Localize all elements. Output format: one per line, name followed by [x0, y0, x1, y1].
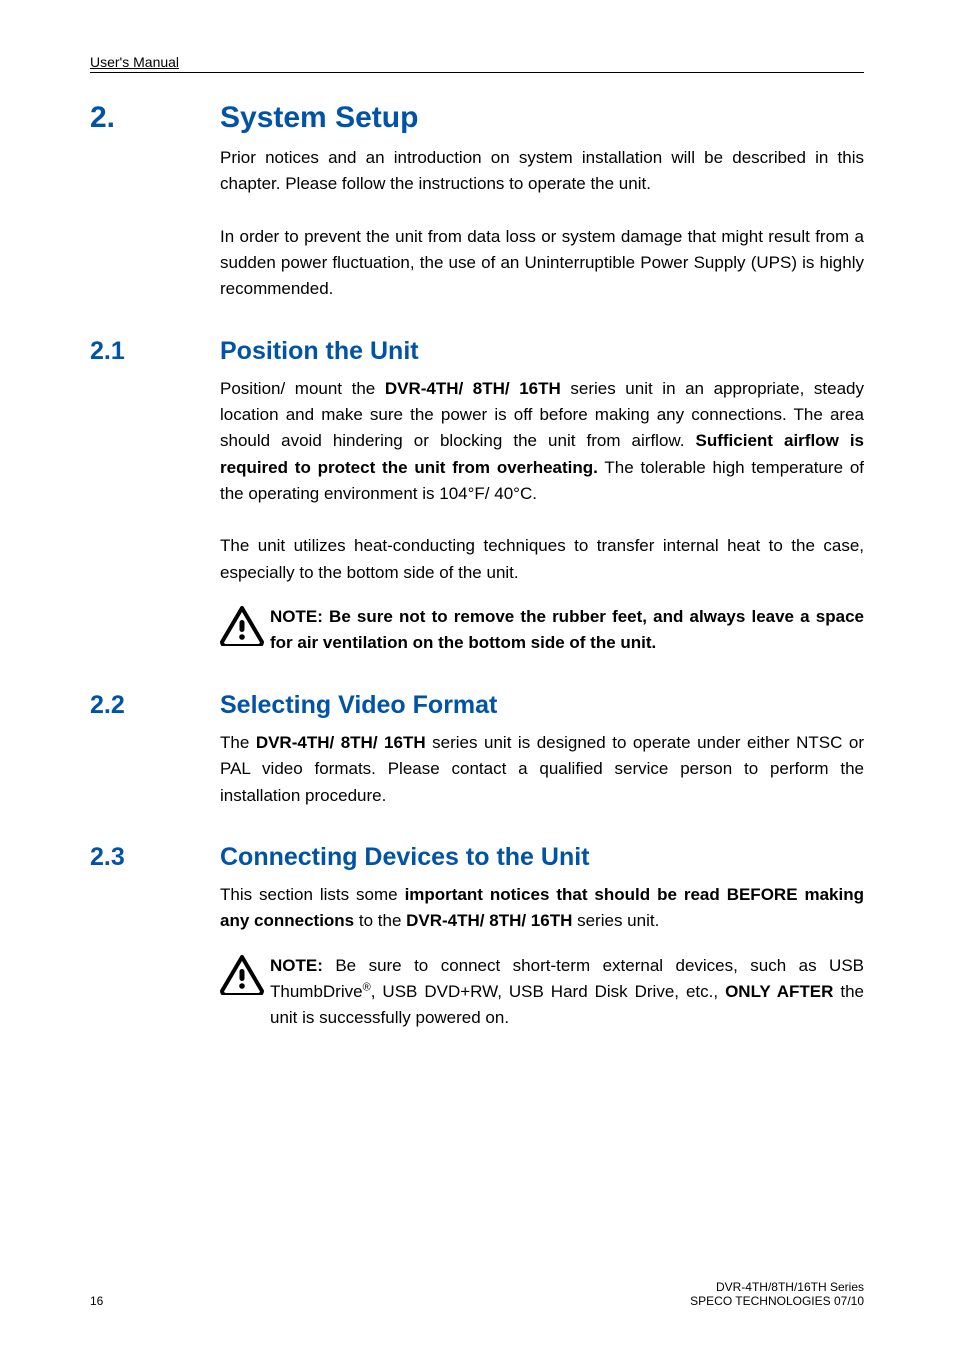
note-text: NOTE: Be sure not to remove the rubber f… — [270, 604, 864, 657]
text-fragment: Position/ mount the — [220, 379, 385, 398]
text-bold: ONLY AFTER — [725, 982, 833, 1001]
section-2-2-number: 2.2 — [90, 691, 220, 720]
section-2-3-number: 2.3 — [90, 843, 220, 872]
section-2-heading: 2. System Setup — [90, 101, 864, 135]
section-2-para-1: Prior notices and an introduction on sys… — [220, 145, 864, 198]
section-2-title: System Setup — [220, 101, 418, 135]
text-bold: NOTE: — [270, 956, 323, 975]
section-2-3-para-1: This section lists some important notice… — [220, 882, 864, 935]
text-fragment: series unit. — [572, 911, 659, 930]
text-bold: DVR-4TH/ 8TH/ 16TH — [385, 379, 561, 398]
page: User's Manual 2. System Setup Prior noti… — [0, 0, 954, 1350]
section-2-para-2: In order to prevent the unit from data l… — [220, 224, 864, 303]
warning-icon — [220, 955, 264, 995]
section-2-number: 2. — [90, 101, 220, 135]
text-fragment: to the — [354, 911, 406, 930]
section-2-1-number: 2.1 — [90, 337, 220, 366]
warning-icon — [220, 606, 264, 646]
text-bold: DVR-4TH/ 8TH/ 16TH — [406, 911, 572, 930]
page-footer: 16 DVR-4TH/8TH/16TH Series SPECO TECHNOL… — [90, 1280, 864, 1308]
section-2-3-title: Connecting Devices to the Unit — [220, 843, 589, 872]
text-fragment: This section lists some — [220, 885, 405, 904]
section-2-1-title: Position the Unit — [220, 337, 419, 366]
running-header: User's Manual — [90, 54, 864, 73]
section-2-3-note: NOTE: Be sure to connect short-term exte… — [220, 953, 864, 1032]
note-text: NOTE: Be sure to connect short-term exte… — [270, 953, 864, 1032]
text-fragment: The — [220, 733, 256, 752]
footer-company: SPECO TECHNOLOGIES 07/10 — [690, 1294, 864, 1308]
section-2-2-heading: 2.2 Selecting Video Format — [90, 691, 864, 720]
footer-right: DVR-4TH/8TH/16TH Series SPECO TECHNOLOGI… — [690, 1280, 864, 1308]
footer-series: DVR-4TH/8TH/16TH Series — [690, 1280, 864, 1294]
section-2-3-heading: 2.3 Connecting Devices to the Unit — [90, 843, 864, 872]
section-2-2-para-1: The DVR-4TH/ 8TH/ 16TH series unit is de… — [220, 730, 864, 809]
text-bold: NOTE: Be sure not to remove the rubber f… — [270, 607, 864, 652]
section-2-1-para-1: Position/ mount the DVR-4TH/ 8TH/ 16TH s… — [220, 376, 864, 508]
text-bold: DVR-4TH/ 8TH/ 16TH — [256, 733, 426, 752]
registered-symbol: ® — [363, 981, 371, 993]
page-number: 16 — [90, 1294, 103, 1308]
section-2-1-heading: 2.1 Position the Unit — [90, 337, 864, 366]
section-2-1-note: NOTE: Be sure not to remove the rubber f… — [220, 604, 864, 657]
section-2-2-title: Selecting Video Format — [220, 691, 497, 720]
text-fragment: , USB DVD+RW, USB Hard Disk Drive, etc., — [371, 982, 725, 1001]
running-header-text: User's Manual — [90, 54, 179, 70]
section-2-1-para-2: The unit utilizes heat-conducting techni… — [220, 533, 864, 586]
